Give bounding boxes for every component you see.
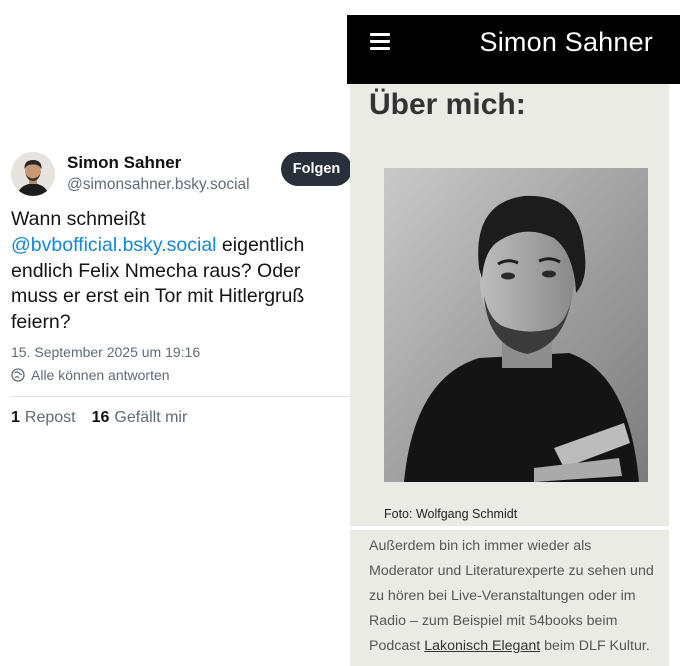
menu-icon[interactable] <box>370 33 390 50</box>
post-text-line: Wann schmeißt <box>11 208 146 230</box>
post-text-line: muss er erst ein Tor mit Hitlergruß <box>11 285 305 308</box>
portrait-photo <box>384 168 648 482</box>
bio-line: Podcast Lakonisch Elegant beim DLF Kultu… <box>369 634 669 659</box>
engagement-stats: 1 Repost 16 Gefällt mir <box>11 409 203 427</box>
site-header: Simon Sahner <box>347 15 680 84</box>
author-handle[interactable]: @simonsahner.bsky.social <box>67 176 250 194</box>
bio-line: Außerdem bin ich immer wieder als <box>369 538 592 554</box>
post-text-line: @bvbofficial.bsky.social eigentlich <box>11 233 346 259</box>
reply-setting[interactable]: Alle können antworten <box>11 367 170 383</box>
podcast-link[interactable]: Lakonisch Elegant <box>424 638 540 654</box>
post-text-line: endlich Felix Nmecha raus? Oder <box>11 259 301 282</box>
author-name[interactable]: Simon Sahner <box>67 153 181 173</box>
bluesky-post: Simon Sahner @simonsahner.bsky.social Fo… <box>0 0 352 666</box>
follow-button[interactable]: Folgen <box>281 152 352 186</box>
bio-segment: beim DLF Kultur. <box>540 638 650 654</box>
reposts-label: Repost <box>24 409 76 426</box>
reply-setting-label: Alle können antworten <box>31 367 170 383</box>
site-title[interactable]: Simon Sahner <box>480 27 654 58</box>
reposts-count: 1 <box>11 409 20 426</box>
bio-text: Außerdem bin ich immer wieder als Modera… <box>369 534 669 659</box>
avatar[interactable] <box>11 152 55 196</box>
mention-link[interactable]: @bvbofficial.bsky.social <box>11 234 217 256</box>
likes-label: Gefällt mir <box>114 409 188 426</box>
photo-caption: Foto: Wolfgang Schmidt <box>384 507 518 521</box>
bio-segment: Podcast <box>369 638 425 654</box>
divider <box>11 396 352 397</box>
bio-line: zu hören bei Live-Veranstaltungen oder i… <box>369 588 636 604</box>
reply-setting-icon <box>11 368 25 382</box>
post-text: Wann schmeißt @bvbofficial.bsky.social e… <box>11 207 346 336</box>
likes-count: 16 <box>91 409 110 426</box>
post-text-line: feiern? <box>11 311 71 334</box>
likes-stat[interactable]: 16 Gefällt mir <box>92 409 188 427</box>
bio-line: Radio – zum Beispiel mit 54books beim <box>369 613 618 629</box>
divider <box>350 526 669 530</box>
website-screenshot: Simon Sahner Über mich: Foto: Wolfgang S… <box>347 15 680 666</box>
bio-line: Moderator und Literaturexperte zu sehen … <box>369 563 654 579</box>
page-heading: Über mich: <box>369 88 526 121</box>
post-timestamp[interactable]: 15. September 2025 um 19:16 <box>11 344 200 360</box>
post-text-segment: eigentlich <box>216 233 305 256</box>
reposts-stat[interactable]: 1 Repost <box>11 409 76 427</box>
